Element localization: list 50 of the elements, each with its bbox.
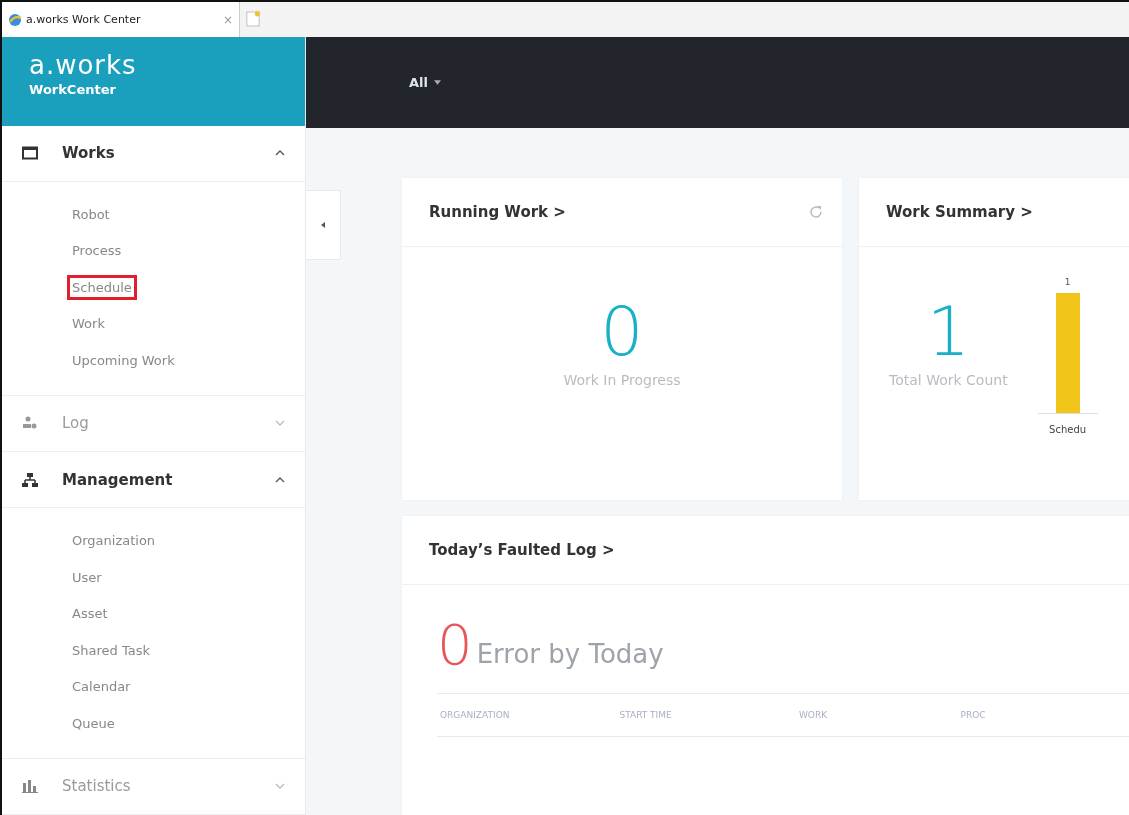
chevron-icon: [275, 420, 285, 427]
chevron-icon: [275, 150, 285, 157]
tab-title: a.works Work Center: [26, 13, 142, 26]
chevron-icon: [275, 783, 285, 790]
sidebar-item[interactable]: Schedule: [67, 274, 137, 300]
sidebar-item[interactable]: Robot: [67, 201, 115, 227]
sidebar-item[interactable]: Shared Task: [67, 637, 155, 663]
chevron-icon: [275, 476, 285, 483]
caret-left-icon: [321, 222, 325, 228]
collapse-handle[interactable]: [306, 190, 341, 260]
sidebar-item[interactable]: Organization: [67, 528, 161, 553]
sidebar-item[interactable]: Process: [67, 238, 127, 264]
work-count: 0: [600, 292, 644, 372]
sidebar-item[interactable]: User: [67, 564, 107, 590]
column-header: PROC: [959, 710, 987, 720]
card-title[interactable]: Running Work >: [429, 203, 566, 221]
caret-icon: [434, 80, 441, 85]
count-caption: Work In Progress: [563, 372, 681, 388]
brand-subtitle: WorkCenter: [29, 82, 117, 97]
brand-logo: a.works: [29, 51, 138, 79]
browser-logo-icon: [8, 12, 22, 27]
card-title[interactable]: Today’s Faulted Log >: [429, 541, 615, 559]
sidebar-item[interactable]: Asset: [67, 601, 113, 627]
tab-close[interactable]: ×: [222, 12, 233, 27]
new-tab-icon[interactable]: [246, 10, 260, 28]
sidebar-section[interactable]: Log: [2, 395, 305, 452]
bar-value-label: 1: [1064, 277, 1071, 289]
sidebar-section[interactable]: Management: [2, 452, 305, 509]
sidebar-item[interactable]: Upcoming Work: [67, 348, 180, 373]
hierarchy-icon: [22, 472, 38, 487]
sidebar-item[interactable]: Work: [67, 311, 110, 337]
error-caption: Error by Today: [476, 639, 664, 669]
sidebar-section[interactable]: Works: [2, 125, 305, 182]
refresh-icon[interactable]: [808, 204, 824, 220]
error-count: 0: [437, 615, 473, 675]
calendar-icon: [22, 146, 38, 161]
column-header: WORK: [797, 710, 829, 720]
bar-chart-icon: [22, 779, 38, 794]
column-header: START TIME: [618, 710, 673, 720]
sidebar-section[interactable]: Statistics: [2, 758, 305, 815]
users-icon: [22, 416, 38, 431]
count-caption: Total Work Count: [889, 372, 1008, 388]
category-label: Schedu: [1049, 424, 1087, 435]
sidebar-item[interactable]: Queue: [67, 711, 120, 736]
filter-dropdown[interactable]: All: [409, 75, 441, 90]
card-title[interactable]: Work Summary >: [886, 203, 1033, 221]
browser-tab[interactable]: a.works Work Center ×: [2, 2, 240, 37]
work-count: 1: [926, 292, 970, 372]
column-header: ORGANIZATION: [439, 710, 511, 720]
sidebar-item[interactable]: Calendar: [67, 674, 136, 700]
